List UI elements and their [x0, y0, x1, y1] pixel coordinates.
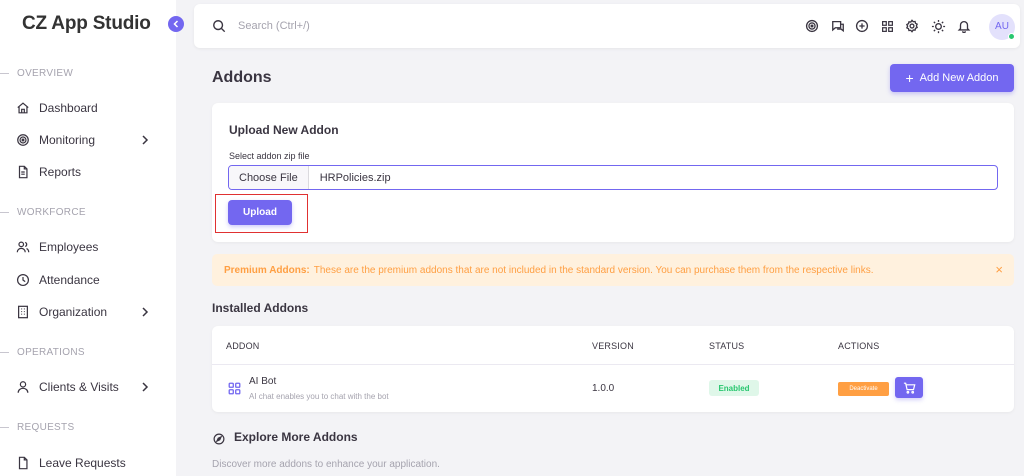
- sidebar-collapse-button[interactable]: [168, 16, 184, 32]
- addon-file-input[interactable]: Choose File HRPolicies.zip: [228, 165, 998, 190]
- sidebar-item-reports[interactable]: Reports: [16, 162, 162, 182]
- bell-icon[interactable]: [956, 18, 972, 34]
- sun-icon[interactable]: [930, 18, 946, 34]
- sidebar: CZ App Studio OVERVIEW Dashboard Monitor…: [0, 0, 176, 476]
- installed-addons-title: Installed Addons: [212, 301, 309, 315]
- column-header-actions: ACTIONS: [838, 341, 880, 351]
- apps-grid-icon[interactable]: [879, 18, 895, 34]
- file-icon: [16, 456, 30, 470]
- chat-icon[interactable]: [830, 18, 846, 34]
- grid-icon: [228, 382, 241, 395]
- online-status-dot: [1008, 33, 1015, 40]
- chevron-right-icon: [138, 380, 152, 394]
- purchase-button[interactable]: [895, 377, 923, 398]
- cart-icon: [903, 382, 915, 394]
- file-field-label: Select addon zip file: [229, 151, 310, 161]
- explore-addons-title: Explore More Addons: [234, 430, 358, 444]
- search-input[interactable]: [238, 16, 538, 36]
- sidebar-section-overview: OVERVIEW: [0, 68, 176, 79]
- sidebar-item-label: Monitoring: [39, 133, 96, 147]
- upload-addon-card: Upload New Addon Select addon zip file C…: [212, 103, 1014, 242]
- chevron-left-icon: [173, 20, 179, 28]
- users-icon: [16, 240, 30, 254]
- sidebar-item-dashboard[interactable]: Dashboard: [16, 98, 162, 118]
- sidebar-item-label: Dashboard: [39, 101, 98, 115]
- installed-addons-table: ADDON VERSION STATUS ACTIONS AI Bot AI c…: [212, 326, 1014, 412]
- addon-name: AI Bot: [249, 376, 277, 387]
- compass-icon: [213, 432, 225, 445]
- file-text-icon: [16, 165, 30, 179]
- sidebar-item-organization[interactable]: Organization: [16, 302, 162, 322]
- sidebar-item-label: Reports: [39, 165, 82, 179]
- sidebar-item-leave-requests[interactable]: Leave Requests: [16, 453, 162, 473]
- target-icon: [16, 133, 30, 147]
- sidebar-section-requests: REQUESTS: [0, 422, 176, 433]
- building-icon: [16, 305, 30, 319]
- sidebar-item-label: Clients & Visits: [39, 380, 119, 394]
- choose-file-button[interactable]: Choose File: [229, 166, 309, 189]
- upload-button[interactable]: Upload: [228, 200, 292, 225]
- alert-text: These are the premium addons that are no…: [313, 264, 874, 276]
- settings-icon[interactable]: [904, 18, 920, 34]
- alert-strong-text: Premium Addons:: [224, 264, 310, 276]
- column-header-status: STATUS: [709, 341, 745, 351]
- sidebar-item-label: Leave Requests: [39, 456, 126, 470]
- sidebar-item-monitoring[interactable]: Monitoring: [16, 130, 162, 150]
- plus-icon: +: [905, 70, 914, 86]
- selected-file-name: HRPolicies.zip: [319, 171, 391, 184]
- close-icon[interactable]: ×: [995, 263, 1003, 276]
- clock-icon: [16, 273, 30, 287]
- sidebar-section-workforce: WORKFORCE: [0, 207, 176, 218]
- addon-description: AI chat enables you to chat with the bot: [249, 392, 389, 401]
- add-new-addon-label: Add New Addon: [919, 72, 999, 84]
- sidebar-item-attendance[interactable]: Attendance: [16, 270, 162, 290]
- sidebar-item-label: Attendance: [39, 273, 100, 287]
- status-badge: Enabled: [709, 380, 759, 396]
- sidebar-section-operations: OPERATIONS: [0, 347, 176, 358]
- column-header-version: VERSION: [592, 341, 634, 351]
- chevron-right-icon: [138, 305, 152, 319]
- search-icon[interactable]: [212, 19, 226, 33]
- add-circle-icon[interactable]: [854, 18, 870, 34]
- premium-addons-alert: Premium Addons: These are the premium ad…: [212, 254, 1014, 286]
- sidebar-item-label: Organization: [39, 305, 108, 319]
- target-icon[interactable]: [804, 18, 820, 34]
- home-icon: [16, 101, 30, 115]
- chevron-right-icon: [138, 133, 152, 147]
- user-icon: [16, 380, 30, 394]
- add-new-addon-button[interactable]: + Add New Addon: [890, 64, 1014, 92]
- upload-card-title: Upload New Addon: [229, 123, 339, 137]
- sidebar-item-employees[interactable]: Employees: [16, 237, 162, 257]
- column-header-addon: ADDON: [226, 341, 260, 351]
- addon-version: 1.0.0: [592, 383, 615, 394]
- top-bar: AU: [194, 4, 1020, 48]
- sidebar-item-clients-visits[interactable]: Clients & Visits: [16, 377, 162, 397]
- app-title: CZ App Studio: [22, 13, 151, 34]
- table-divider: [212, 364, 1014, 365]
- explore-addons-description: Discover more addons to enhance your app…: [212, 459, 440, 470]
- page-title: Addons: [212, 69, 272, 86]
- sidebar-item-label: Employees: [39, 240, 99, 254]
- deactivate-button[interactable]: Deactivate: [838, 382, 889, 396]
